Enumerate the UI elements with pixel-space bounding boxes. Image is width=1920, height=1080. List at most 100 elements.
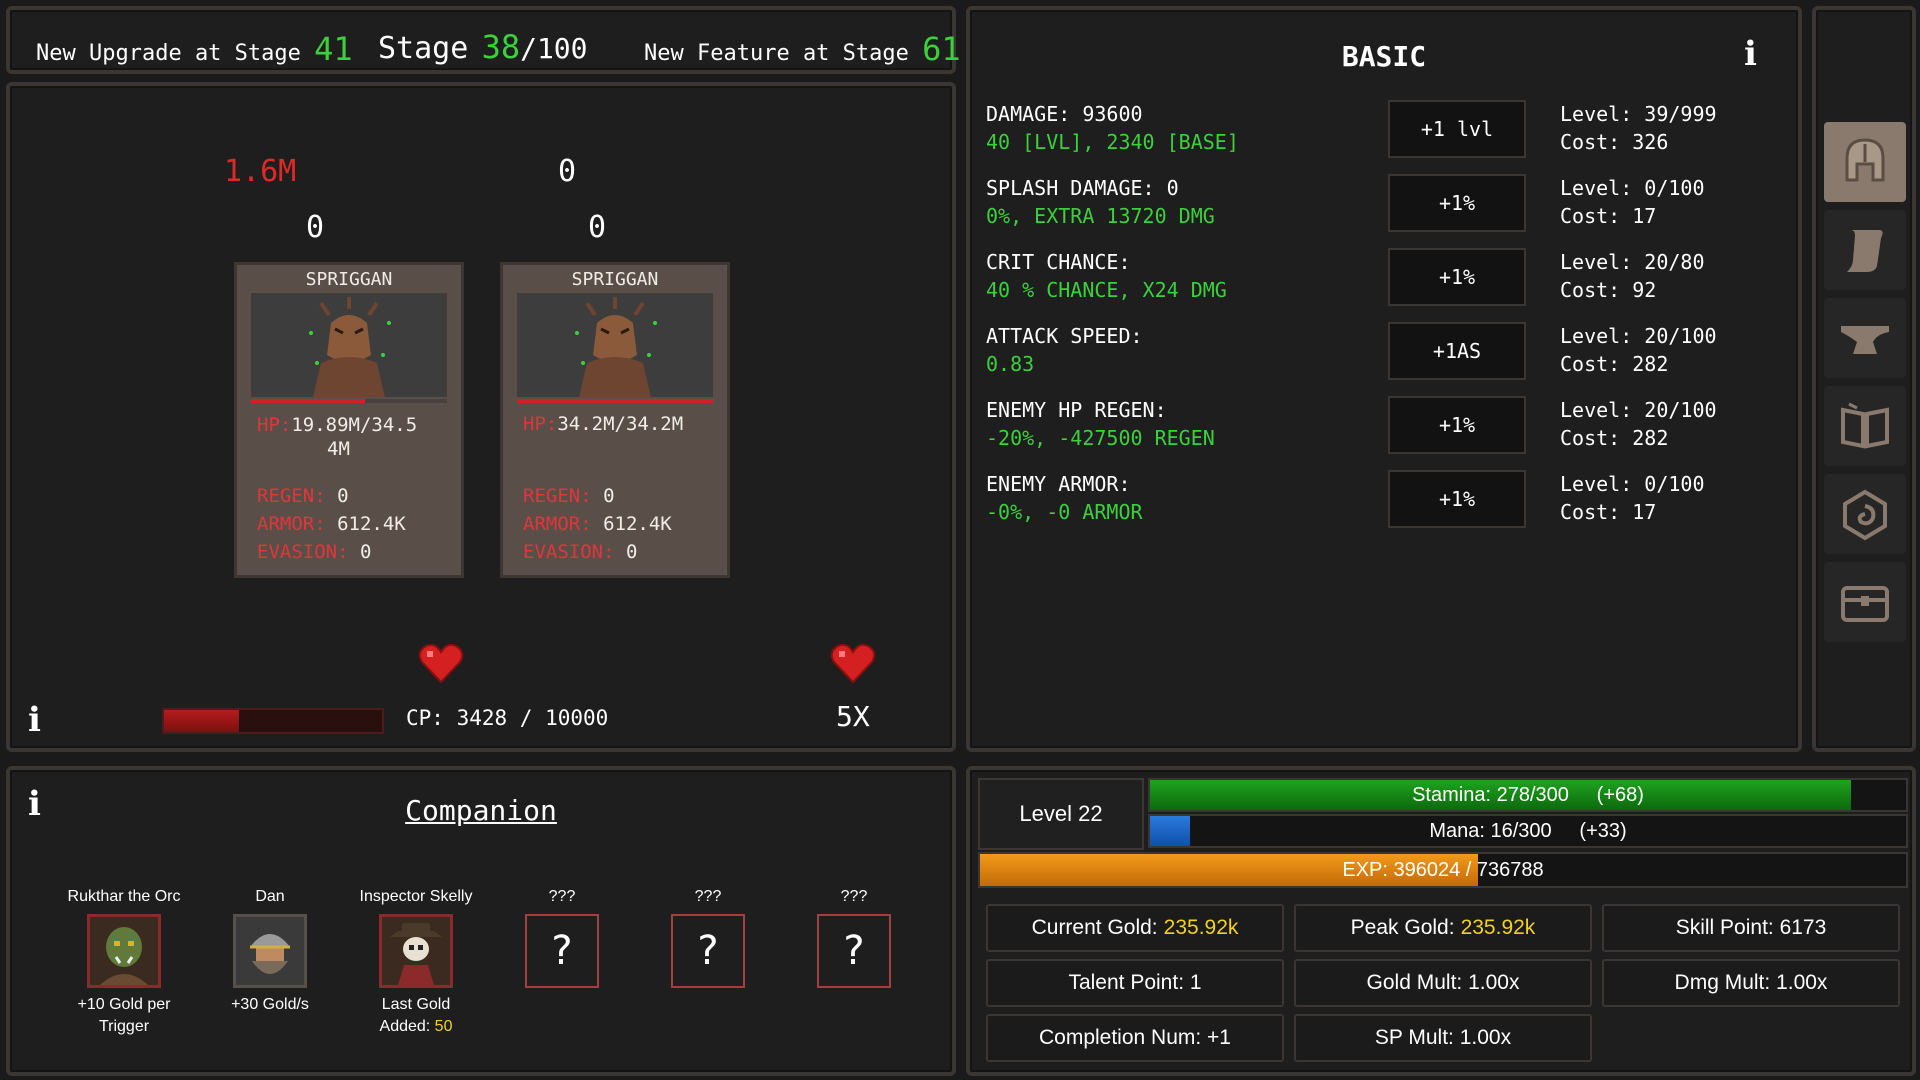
- companion-panel: i Companion Rukthar the Orc +10 Gold per…: [6, 766, 956, 1076]
- orc-portrait: [87, 914, 161, 988]
- upgrade-cost: Cost: 92: [1560, 278, 1657, 302]
- sidebar-forge-tab[interactable]: [1824, 298, 1906, 378]
- stage-progress: Stage 38/100: [378, 28, 588, 66]
- companion-name: ???: [840, 888, 868, 905]
- exp-text: EXP: 396024 / 736788: [1342, 858, 1544, 881]
- spriggan-icon: [517, 293, 713, 397]
- armor-value: 612.4K: [337, 513, 406, 535]
- upgrade-level: Level: 0/100: [1560, 472, 1705, 496]
- upgrade-level: Level: 39/999: [1560, 102, 1717, 126]
- upgrade-hp-regen-button[interactable]: +1%: [1388, 396, 1526, 454]
- dwarf-icon: [236, 917, 304, 985]
- companion-name: Inspector Skelly: [359, 888, 473, 905]
- next-feature-info: New Feature at Stage 61: [644, 30, 961, 68]
- companion-slot-locked[interactable]: ??? ?: [502, 864, 622, 988]
- sub-number-left: 0: [306, 210, 325, 245]
- completion-number: Completion Num: +1: [986, 1014, 1284, 1062]
- upgrade-damage-button[interactable]: +1 lvl: [1388, 100, 1526, 158]
- damage-number-right: 0: [558, 154, 577, 189]
- companion-slot[interactable]: Inspector Skelly Last Gold Added: 50: [356, 864, 476, 1038]
- orc-icon: [90, 917, 158, 985]
- next-feature-label: New Feature at Stage: [644, 41, 909, 66]
- chest-icon: [1841, 586, 1889, 622]
- upgrade-detail: 0%, EXTRA 13720 DMG: [986, 204, 1215, 228]
- companion-name: Rukthar the Orc: [67, 888, 181, 905]
- evasion-value: 0: [625, 541, 638, 563]
- upgrade-detail: 40 [LVL], 2340 [BASE]: [986, 130, 1239, 154]
- companion-name: ???: [548, 888, 576, 905]
- upgrade-attack-speed-button[interactable]: +1AS: [1388, 322, 1526, 380]
- upgrade-detail: -0%, -0 ARMOR: [986, 500, 1143, 524]
- scroll-icon: [1847, 230, 1883, 272]
- stage-label: Stage: [378, 31, 469, 66]
- upgrade-splash-button[interactable]: +1%: [1388, 174, 1526, 232]
- companion-slot[interactable]: Dan +30 Gold/s: [210, 864, 330, 1016]
- upgrade-name: SPLASH DAMAGE: 0: [986, 176, 1179, 200]
- companion-desc-line1: +30 Gold/s: [231, 996, 309, 1013]
- enemy-regen: REGEN: 0: [523, 485, 615, 507]
- companion-desc: +10 Gold per Trigger: [64, 994, 184, 1038]
- stage-total: /100: [520, 32, 588, 65]
- peak-gold-label: Peak Gold:: [1350, 916, 1455, 939]
- cp-text: CP: 3428 / 10000: [406, 706, 609, 730]
- upgrade-level: Level: 20/80: [1560, 250, 1705, 274]
- dan-portrait: [233, 914, 307, 988]
- sidebar-book-tab[interactable]: [1824, 386, 1906, 466]
- enemy-hp: HP:34.2M/34.2M: [523, 413, 683, 435]
- upgrade-name: DAMAGE: 93600: [986, 102, 1143, 126]
- companion-desc-highlight: 50: [434, 1018, 453, 1035]
- upgrade-cost: Cost: 17: [1560, 500, 1657, 524]
- companion-slot[interactable]: Rukthar the Orc +10 Gold per Trigger: [64, 864, 184, 1038]
- companion-slot-locked[interactable]: ??? ?: [794, 864, 914, 988]
- stage-current: 38: [481, 28, 521, 66]
- enemy-hp: HP:19.89M/34.5 4M: [257, 413, 417, 461]
- upgrade-detail: 40 % CHANCE, X24 DMG: [986, 278, 1227, 302]
- speed-multiplier[interactable]: 5X: [836, 700, 870, 733]
- sidebar-basic-tab[interactable]: [1824, 122, 1906, 202]
- regen-value: 0: [603, 485, 615, 507]
- upgrade-cost: Cost: 17: [1560, 204, 1657, 228]
- companion-slot-locked[interactable]: ??? ?: [648, 864, 768, 988]
- upgrades-title: BASIC: [1341, 40, 1427, 73]
- companion-desc-line1: +10 Gold per: [77, 996, 171, 1013]
- upgrade-cost: Cost: 282: [1560, 426, 1669, 450]
- sidebar-chest-tab[interactable]: [1824, 562, 1906, 642]
- enemy-regen: REGEN: 0: [257, 485, 349, 507]
- skeleton-icon: [382, 917, 450, 985]
- heart-icon: [418, 643, 464, 684]
- regen-value: 0: [337, 485, 349, 507]
- anvil-icon: [1841, 326, 1889, 354]
- stamina-bar: Stamina: 278/300 (+68): [1148, 778, 1908, 812]
- upgrades-panel: BASIC i DAMAGE: 93600 40 [LVL], 2340 [BA…: [966, 6, 1802, 752]
- companion-desc-line2: Added:: [379, 1018, 435, 1035]
- next-upgrade-stage: 41: [314, 30, 353, 68]
- helmet-icon: [1845, 138, 1885, 182]
- hp-label: HP:: [257, 414, 292, 436]
- menu-sidebar: [1812, 6, 1916, 752]
- enemy-hp-fill: [517, 399, 713, 403]
- sidebar-spiral-tab[interactable]: [1824, 474, 1906, 554]
- spriggan-portrait: [251, 293, 447, 397]
- companion-desc-line1: Last Gold: [381, 996, 451, 1013]
- sp-multiplier: SP Mult: 1.00x: [1294, 1014, 1592, 1062]
- mana-text: Mana: 16/300 (+33): [1429, 819, 1627, 842]
- gold-multiplier: Gold Mult: 1.00x: [1294, 959, 1592, 1007]
- companion-desc-line2: Trigger: [98, 1018, 150, 1035]
- enemy-card[interactable]: SPRIGGAN HP:19.89M/34.5 4M REGEN: 0 ARMO…: [234, 262, 464, 578]
- upgrade-level: Level: 20/100: [1560, 398, 1717, 422]
- player-level: Level 22: [978, 778, 1144, 850]
- upgrade-cost: Cost: 326: [1560, 130, 1669, 154]
- upgrades-info-button[interactable]: i: [1744, 34, 1757, 74]
- damage-number-left: 1.6M: [224, 154, 297, 189]
- enemy-card[interactable]: SPRIGGAN HP:34.2M/34.2M REGEN: 0 ARMOR: …: [500, 262, 730, 578]
- upgrade-armor-button[interactable]: +1%: [1388, 470, 1526, 528]
- sidebar-scroll-tab[interactable]: [1824, 210, 1906, 290]
- armor-label: ARMOR:: [257, 513, 326, 535]
- skill-point: Skill Point: 6173: [1602, 904, 1900, 952]
- upgrade-name: ENEMY ARMOR:: [986, 472, 1131, 496]
- book-icon: [1841, 402, 1889, 449]
- spriggan-icon: [251, 293, 447, 397]
- battle-info-button[interactable]: i: [28, 700, 41, 740]
- peak-gold-value: 235.92k: [1460, 916, 1536, 939]
- upgrade-crit-button[interactable]: +1%: [1388, 248, 1526, 306]
